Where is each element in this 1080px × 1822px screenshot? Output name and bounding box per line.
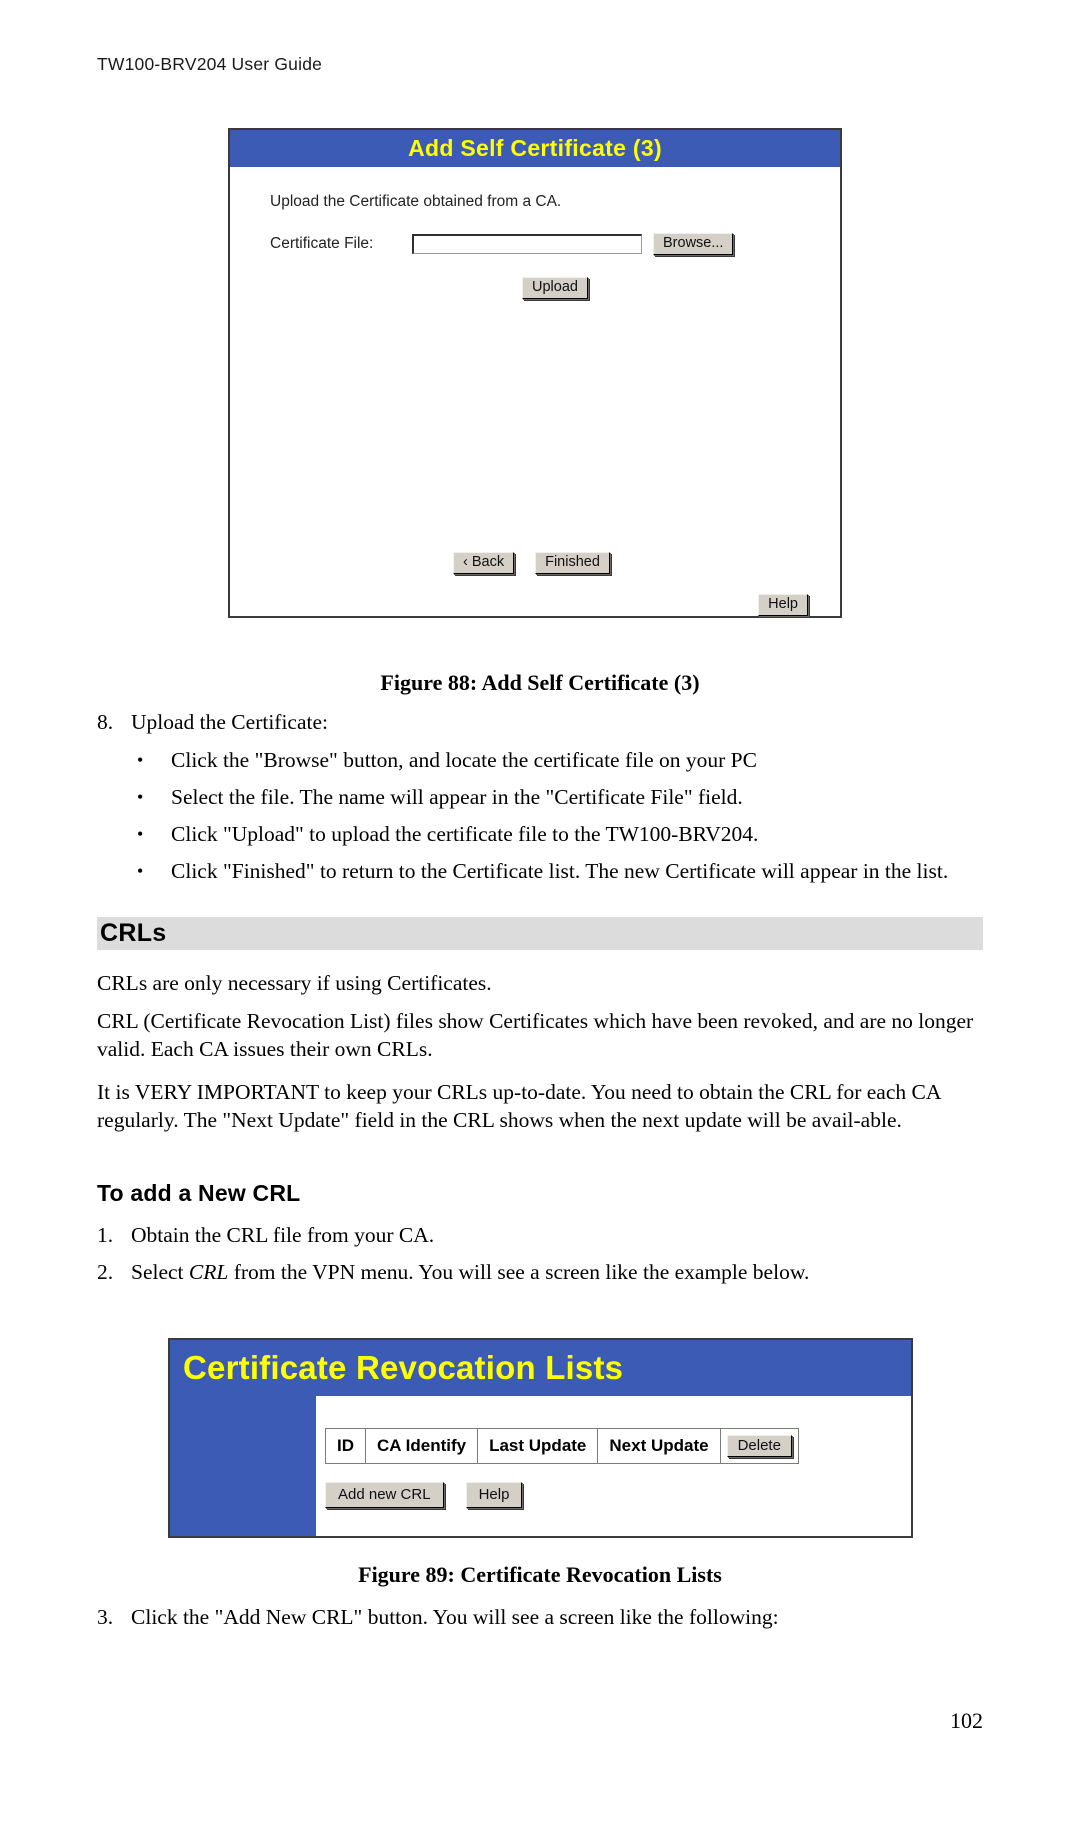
step-2-pre: Select: [131, 1260, 189, 1284]
certificate-file-input[interactable]: [412, 234, 642, 254]
document-page: TW100-BRV204 User Guide Add Self Certifi…: [0, 0, 1080, 1822]
running-header: TW100-BRV204 User Guide: [97, 54, 323, 74]
step-3-text: Click the "Add New CRL" button. You will…: [131, 1605, 779, 1629]
page-number: 102: [950, 1708, 983, 1733]
upload-button-row: Upload: [230, 277, 840, 299]
figure89-body: CRLs ID CA Identify Last Update Next Upd…: [170, 1396, 911, 1536]
step-8-text: Upload the Certificate:: [131, 710, 329, 734]
section-heading-label: CRLs: [100, 919, 167, 947]
table-row: ID CA Identify Last Update Next Update D…: [325, 1428, 799, 1464]
help-button[interactable]: Help: [465, 1482, 523, 1508]
bullet-text: Select the file. The name will appear in…: [171, 785, 743, 809]
column-header-ca-identify: CA Identify: [364, 1428, 479, 1464]
back-button[interactable]: ‹ Back: [453, 552, 515, 574]
list-item: • Click the "Browse" button, and locate …: [97, 747, 983, 775]
figure88-instruction: Upload the Certificate obtained from a C…: [270, 193, 562, 210]
column-header-next-update: Next Update: [597, 1428, 721, 1464]
figure89-title: Certificate Revocation Lists: [183, 1349, 624, 1386]
step-2-text: Select CRL from the VPN menu. You will s…: [131, 1259, 983, 1287]
bullet-glyph-icon: •: [137, 787, 144, 807]
figure-add-self-certificate-3: Add Self Certificate (3) Upload the Cert…: [228, 128, 842, 618]
list-item: • Click "Finished" to return to the Cert…: [97, 858, 983, 886]
bullet-glyph-icon: •: [137, 824, 144, 844]
paragraph: CRLs are only necessary if using Certifi…: [97, 971, 492, 995]
paragraph: CRL (Certificate Revocation List) files …: [97, 1009, 974, 1061]
column-header-last-update: Last Update: [477, 1428, 599, 1464]
figure89-content: ID CA Identify Last Update Next Update D…: [316, 1396, 911, 1536]
paragraph: It is VERY IMPORTANT to keep your CRLs u…: [97, 1080, 941, 1132]
section-heading-crls: CRLs: [97, 917, 983, 950]
list-item-step-2: 2. Select CRL from the VPN menu. You wil…: [97, 1259, 983, 1287]
upload-button[interactable]: Upload: [522, 277, 588, 299]
step-2-number: 2.: [97, 1260, 114, 1284]
list-item: • Click "Upload" to upload the certifica…: [97, 821, 983, 849]
figure89-button-row: Add new CRL Help: [325, 1482, 523, 1508]
list-item-step-8: 8. Upload the Certificate:: [97, 709, 983, 737]
bullet-text: Click "Upload" to upload the certificate…: [171, 822, 759, 846]
certificate-file-row: Certificate File: Browse...: [270, 233, 734, 255]
step-3-number: 3.: [97, 1605, 114, 1629]
delete-cell: Delete: [719, 1428, 799, 1464]
column-header-id: ID: [325, 1428, 366, 1464]
bullet-glyph-icon: •: [137, 861, 144, 881]
bullet-text: Click the "Browse" button, and locate th…: [171, 748, 757, 772]
certificate-file-label: Certificate File:: [270, 235, 374, 252]
help-button[interactable]: Help: [758, 594, 808, 616]
subheading-to-add-a-new-crl: To add a New CRL: [97, 1180, 301, 1206]
step-2-post: from the VPN menu. You will see a screen…: [228, 1260, 810, 1284]
figure89-titlebar: Certificate Revocation Lists: [170, 1340, 911, 1396]
crl-table: ID CA Identify Last Update Next Update D…: [325, 1428, 799, 1464]
figure88-help-wrap: Help: [758, 594, 808, 616]
browse-button[interactable]: Browse...: [653, 233, 734, 255]
step-1-text: Obtain the CRL file from your CA.: [131, 1223, 435, 1247]
step-2-italic-term: CRL: [188, 1260, 229, 1284]
finished-button[interactable]: Finished: [535, 552, 610, 574]
step-8-number: 8.: [97, 710, 114, 734]
list-item-step-1: 1. Obtain the CRL file from your CA.: [97, 1222, 983, 1250]
bullet-text: Click "Finished" to return to the Certif…: [171, 859, 949, 883]
list-item: • Select the file. The name will appear …: [97, 784, 983, 812]
add-new-crl-button[interactable]: Add new CRL: [325, 1482, 444, 1508]
figure88-caption: Figure 88: Add Self Certificate (3): [380, 670, 700, 695]
figure88-body: Upload the Certificate obtained from a C…: [230, 167, 840, 616]
figure88-title: Add Self Certificate (3): [408, 135, 662, 161]
delete-button[interactable]: Delete: [726, 1435, 792, 1457]
step-1-number: 1.: [97, 1223, 114, 1247]
figure-certificate-revocation-lists: Certificate Revocation Lists CRLs ID CA …: [168, 1338, 913, 1538]
bullet-glyph-icon: •: [137, 750, 144, 770]
figure88-titlebar: Add Self Certificate (3): [230, 130, 840, 167]
list-item-step-3: 3. Click the "Add New CRL" button. You w…: [97, 1604, 983, 1632]
figure88-nav-buttons: ‹ Back Finished: [453, 552, 610, 574]
figure89-sidebar: [170, 1396, 316, 1536]
figure89-caption: Figure 89: Certificate Revocation Lists: [358, 1562, 722, 1587]
